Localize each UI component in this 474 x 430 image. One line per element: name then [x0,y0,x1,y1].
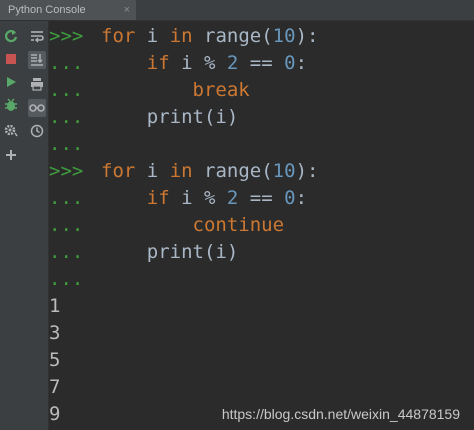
code-line: >>> for i in range(10): [49,23,318,50]
output-line: 1 [49,295,61,317]
close-icon[interactable]: × [124,4,130,16]
rerun-icon[interactable] [2,27,20,45]
tab-bar: Python Console × [0,0,474,21]
prompt-cont: ... [49,241,84,263]
code-line: >>> for i in range(10): [49,158,318,185]
code-line: ... [49,131,101,158]
settings-icon[interactable] [2,121,20,139]
prompt-cont: ... [49,268,84,290]
history-icon[interactable] [28,122,46,140]
output-line: 5 [49,349,61,371]
output-line: 7 [49,376,61,398]
code-line: ... break [49,77,250,104]
code-line: ... if i % 2 == 0: [49,185,307,212]
output-line: 9 [49,403,61,425]
code-line: ... [49,266,101,293]
prompt-cont: ... [49,79,84,101]
console-toolbar [0,21,49,430]
tab-python-console[interactable]: Python Console × [0,0,136,20]
print-icon[interactable] [28,75,46,93]
debug-icon[interactable] [2,96,20,114]
code-line: ... print(i) [49,104,238,131]
prompt-cont: ... [49,106,84,128]
watermark: https://blog.csdn.net/weixin_44878159 [221,406,460,422]
add-icon[interactable] [2,146,20,164]
code-line: ... if i % 2 == 0: [49,50,307,77]
prompt-cont: ... [49,214,84,236]
tab-title: Python Console [8,4,86,16]
code-line: ... print(i) [49,239,238,266]
prompt-cont: ... [49,187,84,209]
show-variables-icon[interactable] [28,99,46,117]
scroll-to-end-icon[interactable] [28,51,46,69]
console-output[interactable]: >>> for i in range(10): ... if i % 2 == 0… [49,21,474,430]
prompt-cont: ... [49,133,84,155]
soft-wrap-icon[interactable] [28,27,46,45]
prompt-cont: ... [49,52,84,74]
prompt-main: >>> [49,25,84,47]
code-line: ... continue [49,212,284,239]
stop-icon[interactable] [2,50,20,68]
output-line: 3 [49,322,61,344]
prompt-main: >>> [49,160,84,182]
run-icon[interactable] [2,73,20,91]
